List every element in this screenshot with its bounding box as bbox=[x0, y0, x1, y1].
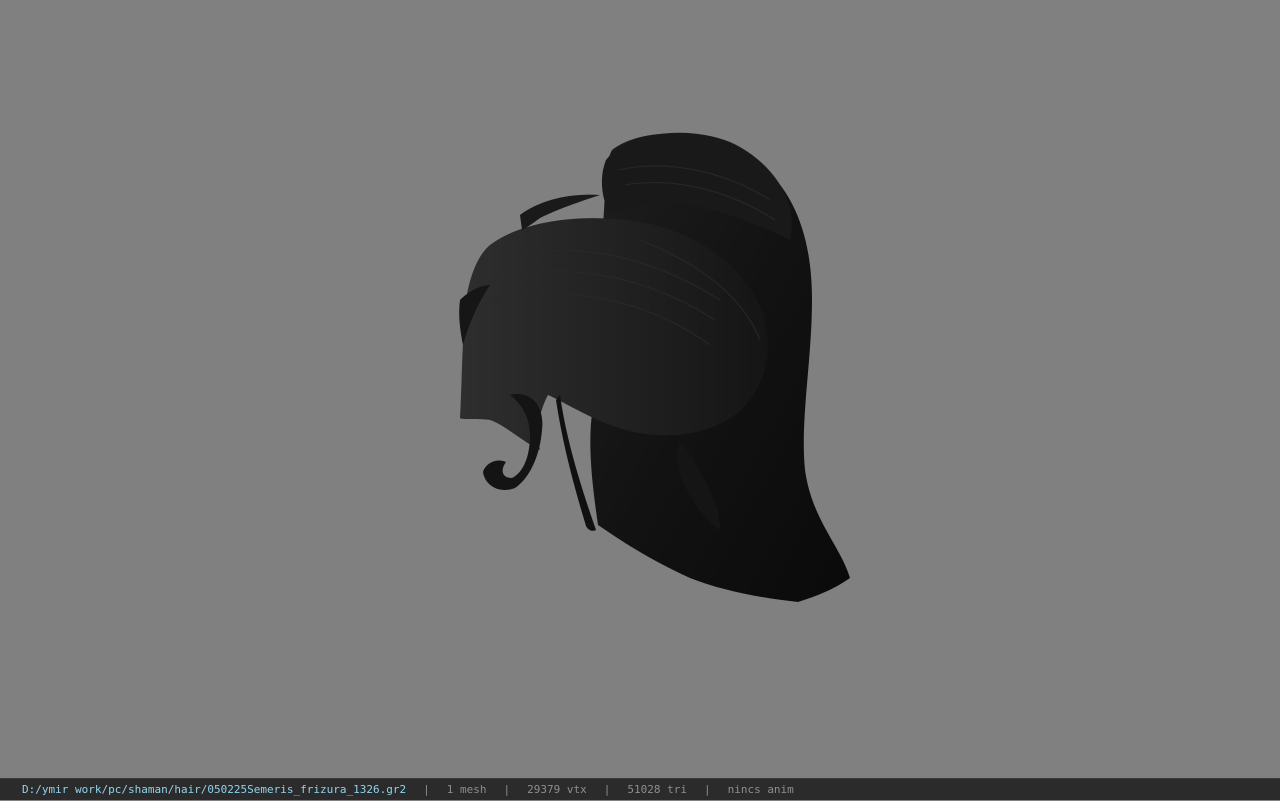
file-path-text: D:/ymir work/pc/shaman/hair/050225Semeri… bbox=[22, 782, 407, 796]
status-separator: | bbox=[423, 782, 430, 796]
status-separator: | bbox=[703, 782, 711, 796]
3d-viewport[interactable] bbox=[0, 0, 1280, 778]
mesh-count-text: 1 mesh bbox=[446, 782, 487, 796]
hair-model[interactable] bbox=[0, 0, 1280, 778]
status-bar: D:/ymir work/pc/shaman/hair/050225Semeri… bbox=[0, 778, 1280, 800]
triangle-count-text: 51028 tri bbox=[627, 782, 687, 796]
status-separator: | bbox=[603, 782, 611, 796]
anim-status-text: nincs anim bbox=[727, 782, 794, 796]
status-separator: | bbox=[503, 782, 511, 796]
vertex-count-text: 29379 vtx bbox=[527, 782, 587, 796]
